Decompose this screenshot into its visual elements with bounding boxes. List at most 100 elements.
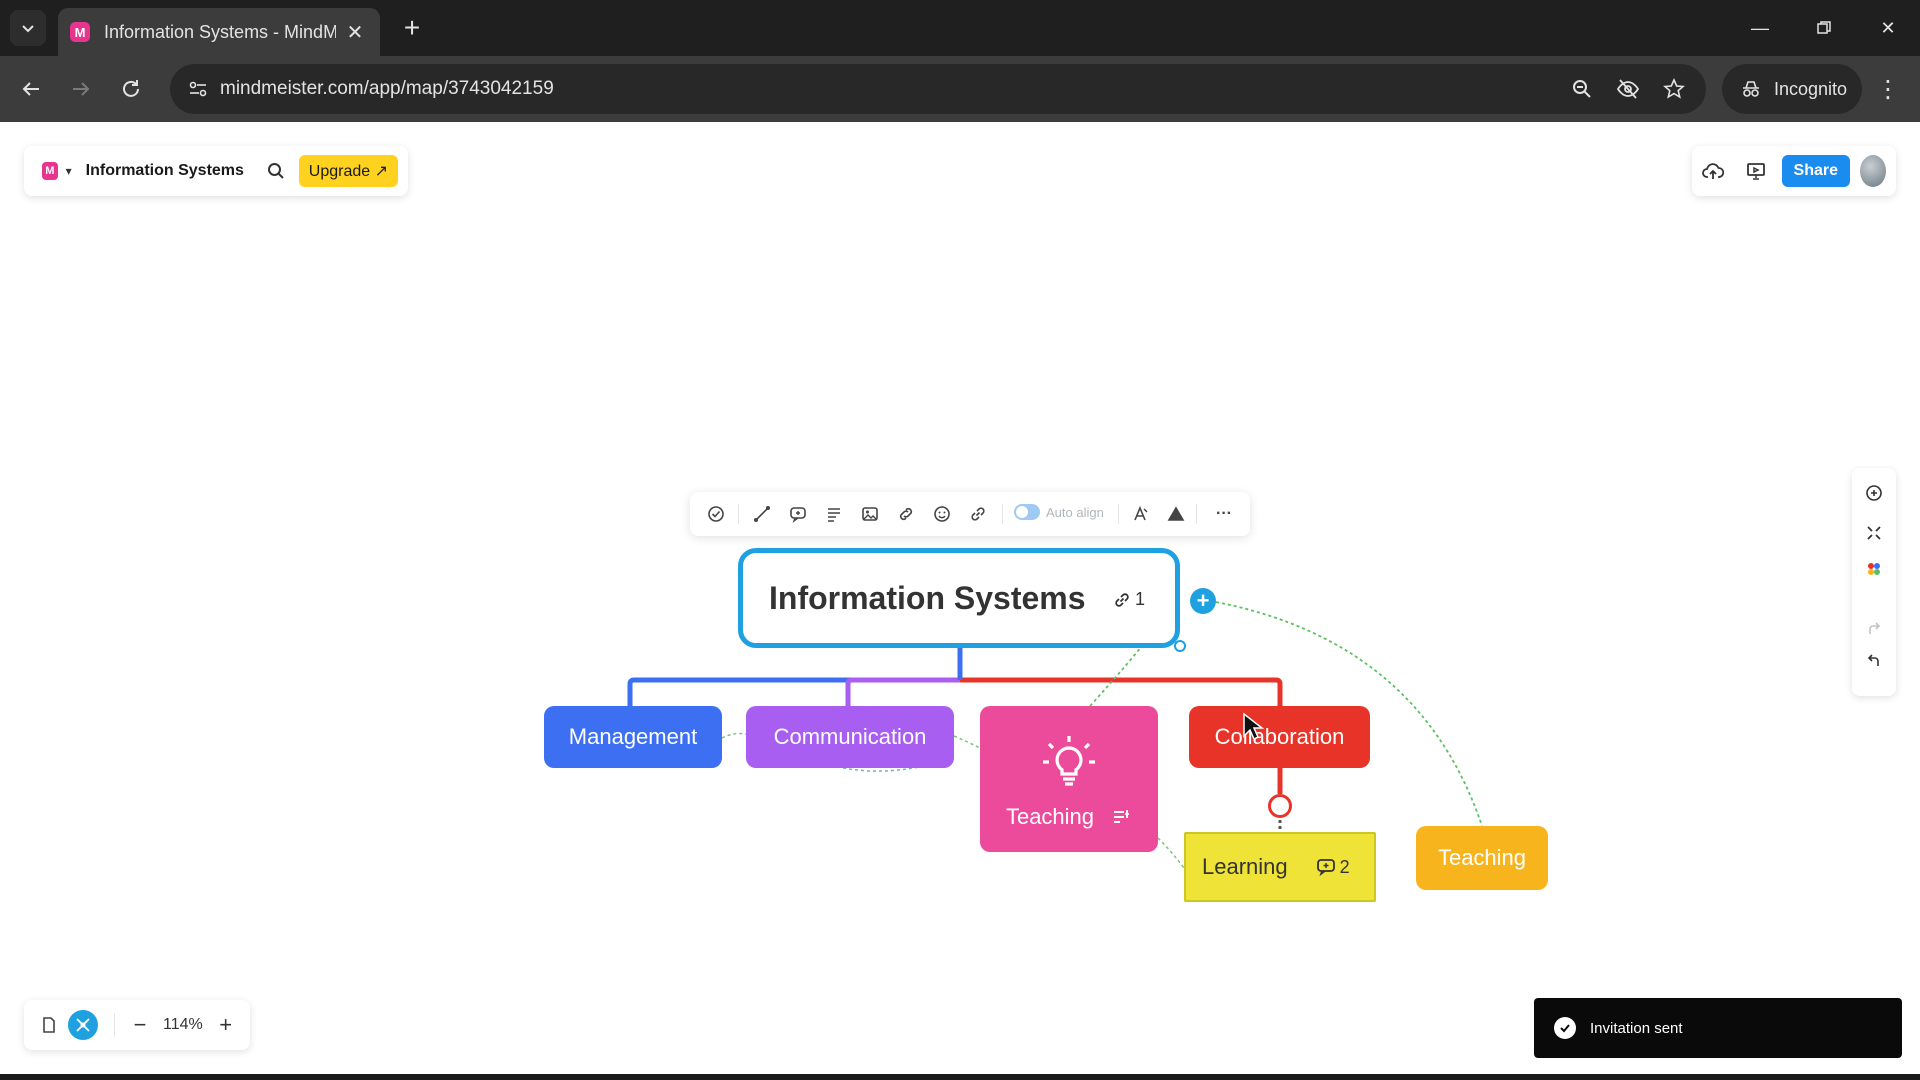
browser-tabstrip: M Information Systems - MindMe ✕ + — ✕ [0, 0, 1920, 56]
comment-icon[interactable] [786, 502, 810, 526]
emoji-icon[interactable] [930, 502, 954, 526]
search-icon[interactable] [266, 159, 287, 183]
auto-align-label: Auto align [1046, 504, 1104, 520]
map-header-card: M ▾ Information Systems Upgrade ↗ [24, 146, 408, 196]
map-actions-card: Share [1692, 146, 1896, 196]
focus-icon[interactable] [1859, 478, 1889, 508]
add-child-button[interactable]: + [1190, 588, 1216, 614]
node-label: Communication [773, 724, 927, 749]
mindmap-view-icon[interactable] [68, 1010, 98, 1040]
presentation-icon[interactable] [1745, 157, 1768, 185]
relation-management-communication [721, 732, 747, 739]
browser-menu-icon[interactable]: ⋮ [1872, 70, 1904, 108]
forward-icon[interactable] [62, 70, 100, 108]
collapse-icon[interactable] [1859, 518, 1889, 548]
bookmark-star-icon[interactable] [1660, 75, 1688, 103]
restore-icon[interactable] [1804, 10, 1844, 46]
mindmap-canvas[interactable]: M ▾ Information Systems Upgrade ↗ Share [0, 122, 1920, 1080]
node-label: Teaching [1437, 845, 1527, 870]
auto-align-toggle[interactable]: Auto align [1014, 504, 1104, 520]
mindmeister-favicon-icon: M [70, 22, 90, 42]
chevron-down-icon [22, 25, 34, 33]
note-icon[interactable] [1112, 808, 1132, 826]
check-circle-icon[interactable] [704, 502, 728, 526]
chevron-down-icon[interactable]: ▾ [66, 164, 72, 178]
node-teaching-floating[interactable]: Teaching [1416, 826, 1548, 890]
attach-icon[interactable] [894, 502, 918, 526]
address-bar[interactable]: mindmeister.com/app/map/3743042159 [170, 64, 1706, 114]
node-label: Management [568, 724, 698, 749]
resize-handle[interactable] [1174, 640, 1186, 652]
browser-toolbar: mindmeister.com/app/map/3743042159 Incog… [0, 56, 1920, 122]
zoom-icon[interactable] [1568, 75, 1596, 103]
node-label: Teaching [1005, 804, 1095, 829]
root-link-badge[interactable]: 1 [1113, 589, 1145, 610]
bottom-edge [0, 1074, 1920, 1080]
shape-icon[interactable] [1164, 502, 1188, 526]
node-learning[interactable]: Learning 2 [1184, 832, 1376, 902]
node-label: Learning [1202, 854, 1288, 879]
view-zoom-card: − 114% + [24, 1000, 250, 1050]
undo-icon[interactable] [1859, 646, 1889, 676]
node-teaching[interactable]: Teaching [980, 706, 1158, 852]
back-icon[interactable] [12, 70, 50, 108]
site-info-icon[interactable] [186, 77, 210, 101]
map-title[interactable]: Information Systems [86, 162, 244, 180]
branch-collaboration [960, 677, 1283, 706]
zoom-level[interactable]: 114% [163, 1016, 203, 1034]
tab-close-icon[interactable]: ✕ [344, 20, 366, 45]
toast-message: Invitation sent [1590, 1019, 1683, 1037]
url-text[interactable]: mindmeister.com/app/map/3743042159 [220, 78, 554, 100]
branch-management [627, 648, 963, 706]
link-icon [1115, 592, 1129, 607]
mouse-cursor-icon [1243, 712, 1264, 741]
mindmeister-logo-icon[interactable]: M [42, 162, 58, 180]
close-window-icon[interactable]: ✕ [1868, 10, 1908, 46]
eye-off-icon[interactable] [1614, 75, 1642, 103]
toggle-switch[interactable] [1014, 504, 1040, 520]
root-node-label: Information Systems [769, 579, 1086, 616]
branch-communication [845, 677, 960, 706]
upgrade-button[interactable]: Upgrade ↗ [298, 155, 398, 187]
tab-search-button[interactable] [10, 10, 46, 46]
node-management[interactable]: Management [544, 706, 722, 768]
comment-count: 2 [1339, 856, 1350, 877]
incognito-indicator[interactable]: Incognito [1722, 64, 1862, 114]
redo-icon[interactable] [1859, 614, 1889, 644]
root-node[interactable]: Information Systems 1 [738, 548, 1180, 648]
user-avatar[interactable] [1860, 155, 1887, 187]
share-button[interactable]: Share [1781, 155, 1850, 187]
root-link-count: 1 [1135, 589, 1146, 609]
minimize-icon[interactable]: — [1740, 10, 1780, 46]
more-icon[interactable]: ··· [1212, 502, 1236, 526]
image-icon[interactable] [858, 502, 882, 526]
node-communication[interactable]: Communication [746, 706, 954, 768]
reload-icon[interactable] [112, 70, 150, 108]
incognito-icon [1743, 81, 1759, 97]
note-icon[interactable] [822, 502, 846, 526]
lightbulb-icon [1043, 736, 1095, 786]
check-icon [1554, 1017, 1576, 1039]
node-toolbar: Auto align ··· [690, 492, 1250, 536]
cloud-export-icon[interactable] [1702, 157, 1725, 185]
zoom-out-button[interactable]: − [127, 1012, 153, 1038]
style-icon[interactable] [1128, 502, 1152, 526]
comment-badge[interactable]: 2 [1316, 857, 1350, 878]
relation-communication-teaching [953, 735, 981, 749]
node-collaboration[interactable]: Collaboration [1189, 706, 1370, 768]
incognito-label: Incognito [1774, 78, 1848, 99]
new-tab-button[interactable]: + [396, 12, 428, 44]
zoom-in-button[interactable]: + [213, 1012, 239, 1038]
collapse-handle[interactable] [1268, 794, 1292, 818]
relation-teaching-learning [1157, 837, 1185, 869]
connector-icon[interactable] [750, 502, 774, 526]
tab-title: Information Systems - MindMe [104, 21, 336, 42]
link-icon[interactable] [966, 502, 990, 526]
node-label: Collaboration [1214, 724, 1345, 749]
comment-icon [1316, 859, 1335, 876]
palette-icon[interactable] [1859, 554, 1889, 584]
view-toggle [34, 1010, 102, 1040]
browser-tab-active[interactable]: M Information Systems - MindMe ✕ [58, 8, 380, 56]
right-tool-rail [1852, 468, 1896, 696]
outline-view-icon[interactable] [34, 1010, 64, 1040]
